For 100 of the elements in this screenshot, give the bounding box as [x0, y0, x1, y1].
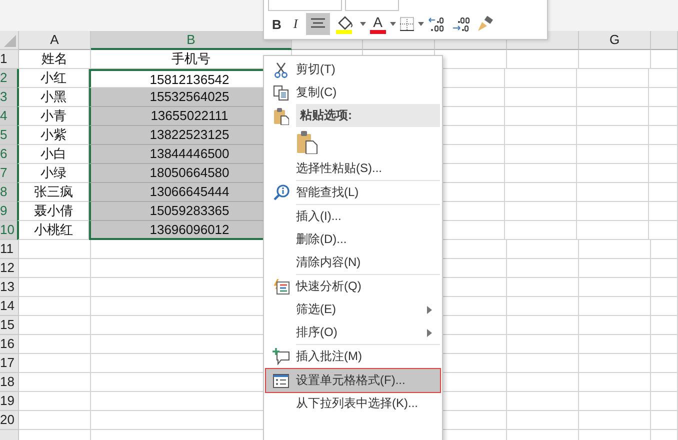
row-header[interactable]: 13: [0, 278, 19, 297]
row-header[interactable]: 18: [0, 373, 19, 392]
row-header[interactable]: 16: [0, 335, 19, 354]
table-cell: [649, 107, 678, 126]
menu-heading: 粘贴选项:: [296, 104, 440, 127]
table-cell: [507, 259, 579, 278]
copy-icon: [273, 84, 289, 100]
table-cell: [507, 411, 579, 430]
table-cell: [507, 392, 579, 411]
row-header[interactable]: 12: [0, 259, 19, 278]
decrease-decimal-icon[interactable]: [452, 16, 472, 32]
table-cell: [507, 50, 579, 69]
caret-icon[interactable]: [390, 22, 396, 26]
center-align-icon: [310, 18, 326, 30]
column-header[interactable]: G: [579, 31, 651, 50]
row-header[interactable]: 20: [0, 411, 19, 430]
table-cell: [577, 107, 649, 126]
center-align-button[interactable]: [306, 13, 330, 35]
table-cell: [577, 88, 649, 107]
font-size-field[interactable]: [345, 0, 399, 11]
table-cell: [651, 373, 678, 392]
table-cell: [505, 221, 577, 240]
table-cell: [579, 297, 651, 316]
table-cell: [577, 69, 649, 88]
table-cell: [649, 69, 678, 88]
table-cell: [505, 107, 577, 126]
table-cell: [579, 411, 651, 430]
table-cell: [507, 240, 579, 259]
table-cell: [651, 240, 678, 259]
font-name-field[interactable]: [268, 0, 342, 11]
paste-option-icon[interactable]: [296, 130, 318, 154]
caret-icon[interactable]: [418, 22, 424, 26]
table-cell: 姓名: [19, 50, 91, 69]
table-cell: [651, 335, 678, 354]
table-cell: [505, 69, 577, 88]
table-cell: 小红: [17, 69, 89, 88]
table-cell: [577, 221, 649, 240]
table-cell: [651, 316, 678, 335]
column-header[interactable]: A: [19, 31, 91, 50]
table-cell: [649, 164, 678, 183]
table-cell: [651, 259, 678, 278]
table-cell: [577, 202, 649, 221]
table-cell: [649, 126, 678, 145]
row-header[interactable]: 14: [0, 297, 19, 316]
table-cell: [507, 316, 579, 335]
menu-item[interactable]: 设置单元格格式(F)...: [266, 369, 440, 392]
table-cell: [579, 240, 651, 259]
search-icon: [272, 184, 290, 201]
row-header[interactable]: 19: [0, 392, 19, 411]
format-cells-icon: [273, 374, 289, 388]
table-cell: [579, 373, 651, 392]
menu-item[interactable]: 筛选(E): [266, 298, 440, 321]
table-cell: [651, 354, 678, 373]
row-header[interactable]: 17: [0, 354, 19, 373]
table-cell: [651, 50, 678, 69]
table-cell: [649, 221, 678, 240]
menu-item[interactable]: 插入批注(M): [266, 345, 440, 368]
column-header[interactable]: B: [91, 31, 292, 50]
row-header[interactable]: 11: [0, 240, 19, 259]
menu-item[interactable]: 排序(O): [266, 321, 440, 344]
table-cell: [579, 392, 651, 411]
scissors-icon: [274, 62, 288, 78]
table-cell: [577, 164, 649, 183]
table-cell: [649, 202, 678, 221]
table-cell: [579, 259, 651, 278]
menu-item[interactable]: 清除内容(N): [266, 251, 440, 274]
row-header[interactable]: 15: [0, 316, 19, 335]
table-cell: [579, 50, 651, 69]
table-cell: [577, 145, 649, 164]
table-cell: [577, 183, 649, 202]
table-cell: [651, 392, 678, 411]
table-cell: [507, 297, 579, 316]
table-cell: [649, 183, 678, 202]
menu-item[interactable]: 快速分析(Q): [266, 275, 440, 298]
table-cell: [651, 297, 678, 316]
table-cell: [505, 88, 577, 107]
table-cell: [505, 164, 577, 183]
table-cell: [507, 373, 579, 392]
table-cell: [505, 183, 577, 202]
font-color-button[interactable]: A: [370, 14, 386, 34]
format-painter-icon[interactable]: [476, 16, 494, 32]
table-cell: [577, 126, 649, 145]
comment-icon: [272, 348, 290, 365]
table-cell: [505, 126, 577, 145]
table-cell: [579, 354, 651, 373]
caret-icon[interactable]: [360, 22, 366, 26]
menu-item[interactable]: 从下拉列表中选择(K)...: [266, 392, 440, 415]
quick-analysis-icon: [272, 278, 290, 294]
italic-button[interactable]: I: [289, 13, 302, 35]
table-cell: [579, 335, 651, 354]
paste-icon: [273, 106, 289, 124]
table-cell: [505, 202, 577, 221]
table-cell: [651, 278, 678, 297]
table-cell: [507, 354, 579, 373]
table-cell: [507, 278, 579, 297]
table-cell: [649, 145, 678, 164]
table-cell: [505, 145, 577, 164]
row-header[interactable]: 1: [0, 50, 19, 69]
borders-icon[interactable]: [400, 17, 414, 31]
table-cell: [649, 88, 678, 107]
